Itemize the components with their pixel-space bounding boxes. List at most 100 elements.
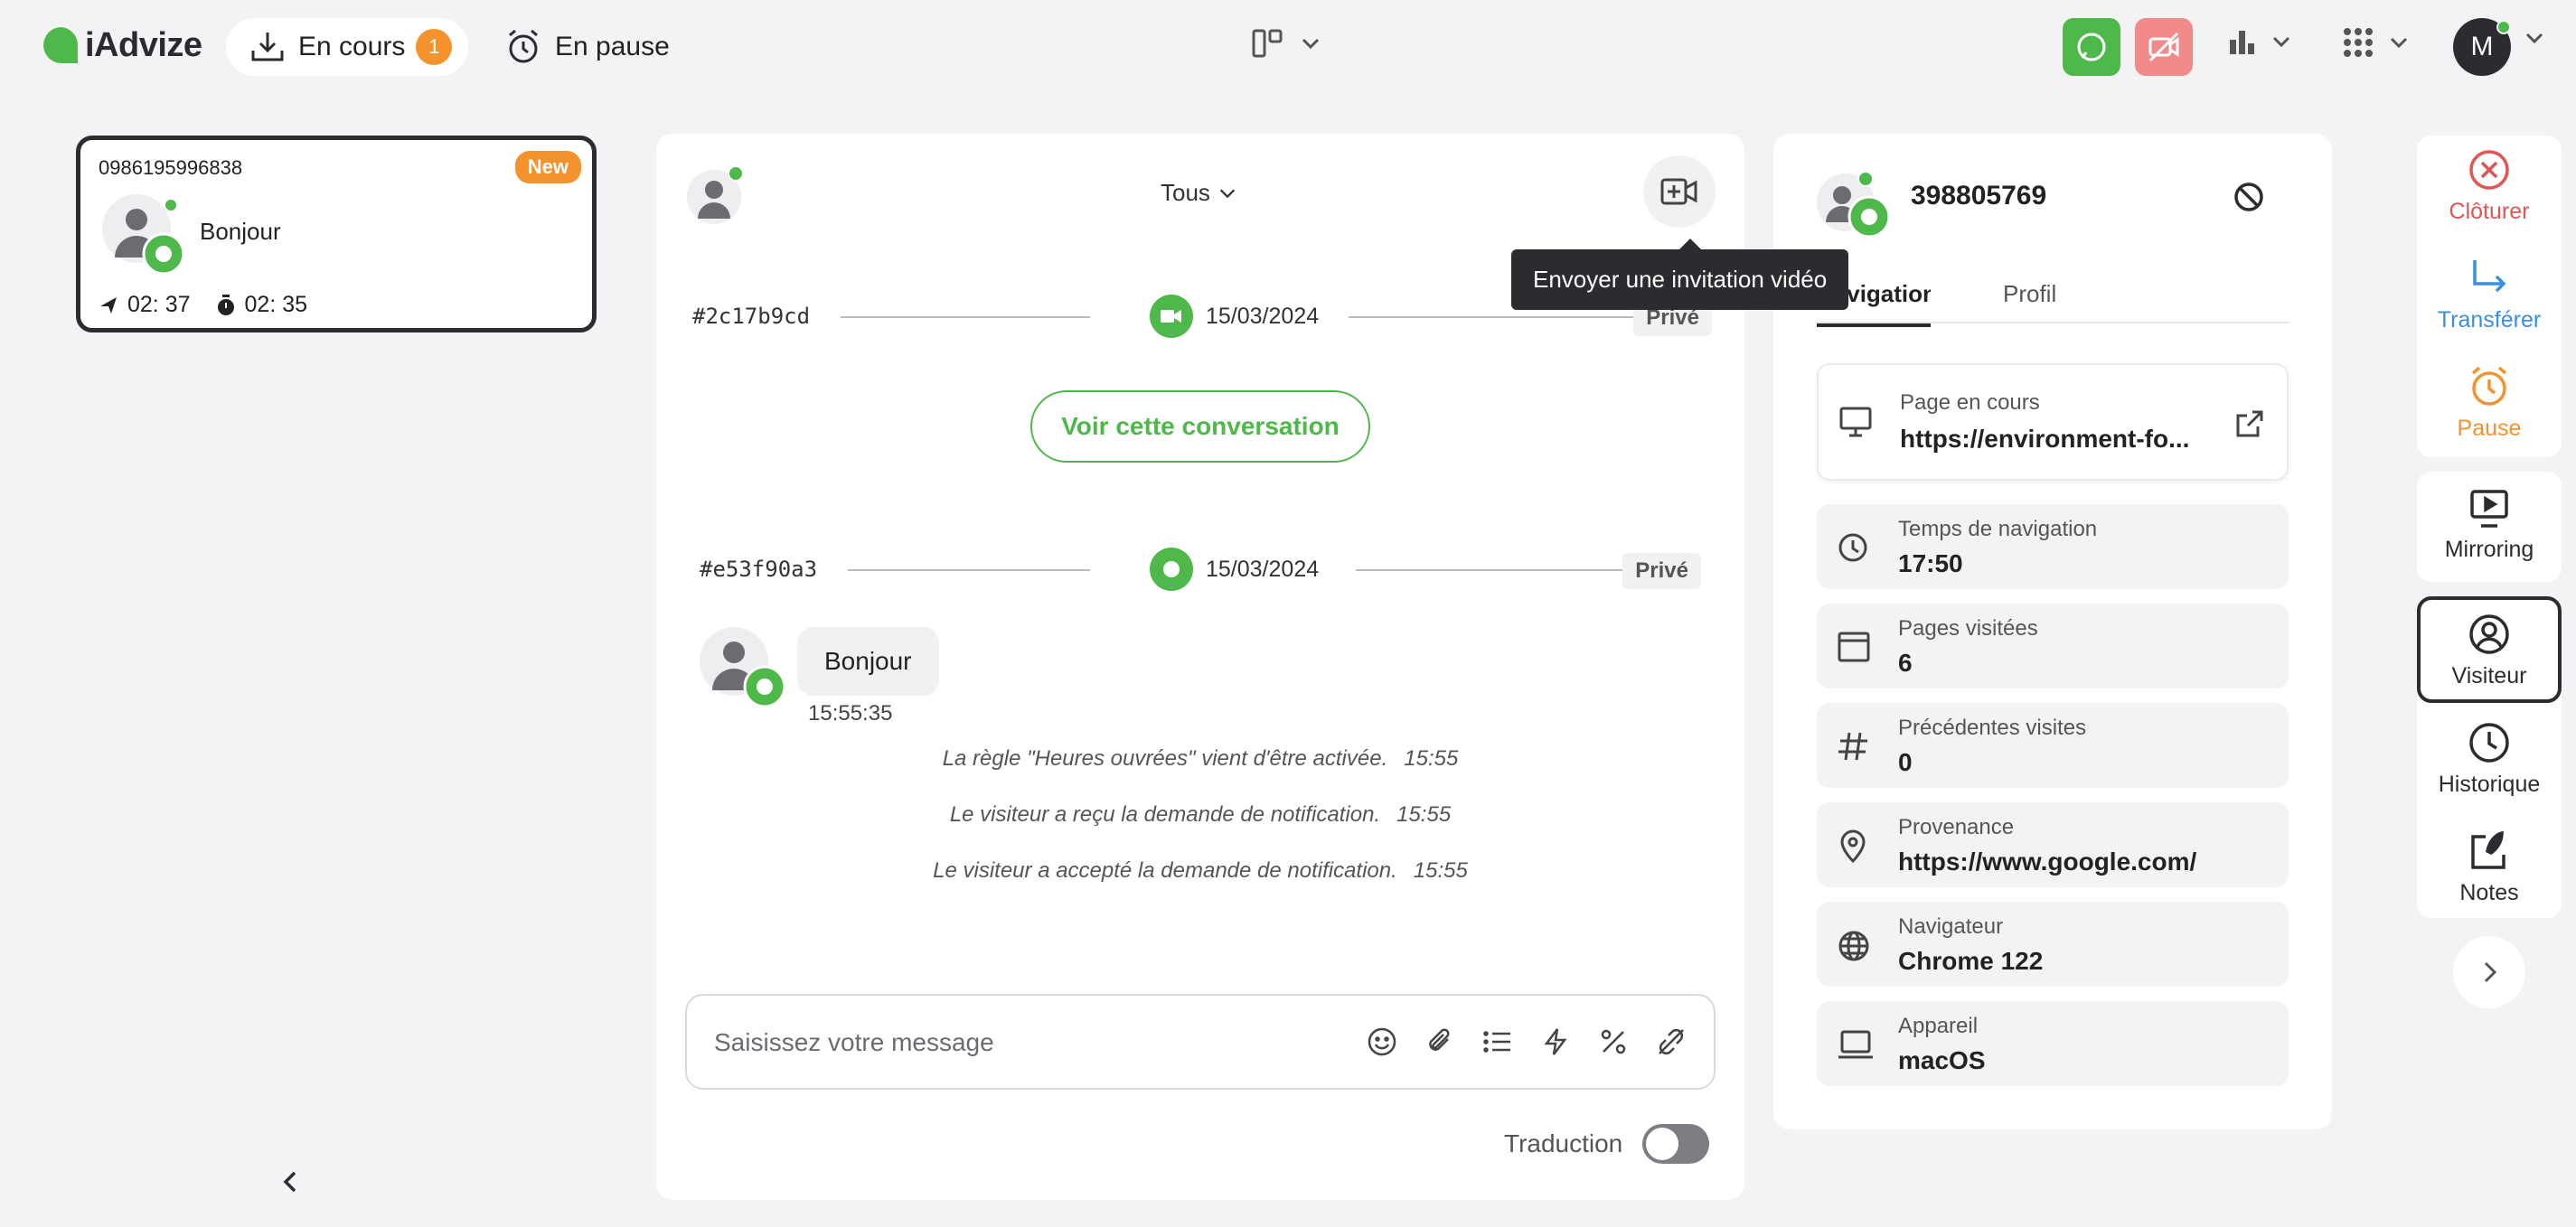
system-event-time: 15:55 xyxy=(1404,746,1459,771)
mirroring-button[interactable]: Mirroring xyxy=(2417,488,2562,563)
new-badge: New xyxy=(514,151,581,183)
clock-icon xyxy=(1838,533,1867,562)
transfer-label: Transférer xyxy=(2437,307,2542,333)
external-link-icon[interactable] xyxy=(2234,408,2265,439)
info-value: macOS xyxy=(1898,1046,1986,1074)
inbox-download-icon xyxy=(251,33,284,61)
chevron-down-icon xyxy=(2525,33,2543,44)
system-event: Le visiteur a reçu la demande de notific… xyxy=(656,802,1744,828)
tab-profil[interactable]: Profil xyxy=(2003,280,2056,308)
wait-time: 02: 35 xyxy=(244,292,308,317)
percent-icon[interactable] xyxy=(1598,1026,1629,1057)
alarm-clock-icon xyxy=(509,29,538,63)
system-event: Le visiteur a accepté la demande de noti… xyxy=(656,858,1744,884)
lightning-icon[interactable] xyxy=(1540,1026,1571,1057)
conversation-phone: 0986195996838 xyxy=(99,156,243,179)
visitor-actions-group: Visiteur Historique Notes xyxy=(2417,596,2562,918)
info-label: Temps de navigation xyxy=(1898,517,2098,541)
separator-line xyxy=(848,569,1090,571)
layout-switcher[interactable] xyxy=(1251,27,1321,60)
visitor-label: Visiteur xyxy=(2451,663,2527,688)
collapse-list-button[interactable] xyxy=(278,1169,304,1194)
tab-en-cours[interactable]: En cours 1 xyxy=(226,18,468,76)
info-value: 6 xyxy=(1898,649,1913,677)
tab-en-pause-label: En pause xyxy=(555,32,670,61)
conversation-id: #e53f90a3 xyxy=(700,557,818,582)
pause-label: Pause xyxy=(2457,416,2522,441)
toggle-knob xyxy=(1646,1128,1679,1160)
system-event-text: Le visiteur a accepté la demande de noti… xyxy=(933,858,1397,883)
apps-grid-icon xyxy=(2344,28,2373,57)
chat-bubble-icon xyxy=(1163,561,1180,577)
stats-dropdown[interactable] xyxy=(2227,27,2292,56)
message-composer xyxy=(685,994,1716,1090)
notes-button[interactable]: Notes xyxy=(2417,829,2562,906)
apps-dropdown[interactable] xyxy=(2343,27,2410,58)
bar-chart-icon xyxy=(2230,31,2254,54)
composer-toolbar xyxy=(1367,1026,1687,1057)
visitor-button[interactable]: Visiteur xyxy=(2417,596,2562,703)
unlink-icon[interactable] xyxy=(1656,1026,1687,1057)
view-conversation-button[interactable]: Voir cette conversation xyxy=(1030,390,1370,463)
user-initial: M xyxy=(2470,32,2494,61)
system-event-time: 15:55 xyxy=(1413,858,1468,883)
info-device: Appareil macOS xyxy=(1817,1001,2289,1086)
mirroring-group: Mirroring xyxy=(2417,472,2562,582)
chevron-left-icon xyxy=(283,1171,296,1193)
user-menu-dropdown[interactable] xyxy=(2524,27,2545,49)
visitor-avatar xyxy=(100,192,191,283)
info-label: Provenance xyxy=(1898,815,2015,839)
video-invitation-button[interactable] xyxy=(1643,155,1716,228)
chevron-right-icon xyxy=(2484,961,2497,983)
message-time: 15:55:35 xyxy=(808,701,893,726)
visitor-person-icon xyxy=(687,165,744,224)
chat-availability-button[interactable] xyxy=(2063,18,2120,76)
info-pages-visited: Pages visitées 6 xyxy=(1817,604,2289,688)
chat-bubble-icon xyxy=(2077,33,2106,61)
chat-panel: Tous Envoyer une invitation vidéo #2c17b… xyxy=(656,134,1849,1200)
conversation-filter-dropdown[interactable]: Tous xyxy=(1161,179,1237,207)
user-avatar[interactable]: M xyxy=(2453,18,2511,76)
info-label: Page en cours xyxy=(1900,390,2040,415)
paperclip-icon[interactable] xyxy=(1424,1026,1455,1057)
translation-toggle[interactable] xyxy=(1642,1124,1710,1164)
filter-label: Tous xyxy=(1161,179,1210,206)
online-status-dot xyxy=(2496,20,2511,34)
monitor-icon xyxy=(1839,407,1872,437)
layout-columns-icon xyxy=(1252,29,1283,58)
info-referrer: Provenance https://www.google.com/ xyxy=(1817,802,2289,887)
conversation-date: 15/03/2024 xyxy=(1206,303,1320,329)
video-availability-button[interactable] xyxy=(2135,18,2193,76)
send-arrow-icon xyxy=(100,296,117,314)
chevron-down-icon xyxy=(1219,189,1236,198)
pause-button[interactable]: Pause xyxy=(2417,365,2562,442)
note-edit-icon xyxy=(2471,830,2505,869)
info-label: Pages visitées xyxy=(1898,616,2038,641)
history-button[interactable]: Historique xyxy=(2417,721,2562,798)
chat-visitor-avatar xyxy=(685,164,748,228)
sent-time: 02: 37 xyxy=(127,292,191,317)
info-value: 17:50 xyxy=(1898,549,1963,577)
video-camera-icon xyxy=(1161,310,1181,323)
conversation-id: #2c17b9cd xyxy=(692,304,811,329)
emoji-icon[interactable] xyxy=(1367,1026,1397,1057)
user-circle-icon xyxy=(2469,614,2509,654)
block-visitor-button[interactable] xyxy=(2233,181,2265,213)
conversation-timers: 02: 37 02: 35 xyxy=(99,292,333,318)
transfer-button[interactable]: Transférer xyxy=(2417,257,2562,333)
info-current-page: Page en cours https://environment-fo... xyxy=(1817,363,2289,481)
separator-line xyxy=(1356,569,1627,571)
conversation-date: 15/03/2024 xyxy=(1206,556,1320,582)
message-input[interactable] xyxy=(714,1023,1293,1063)
visitor-person-icon xyxy=(102,194,185,276)
close-conversation-button[interactable]: Clôturer xyxy=(2417,148,2562,225)
tab-en-pause[interactable]: En pause xyxy=(504,18,670,76)
globe-icon xyxy=(1838,931,1869,961)
separator-line xyxy=(841,316,1090,318)
history-label: Historique xyxy=(2438,772,2541,797)
visitor-avatar xyxy=(1815,168,1896,249)
list-icon[interactable] xyxy=(1482,1026,1513,1057)
laptop-icon xyxy=(1838,1030,1873,1059)
expand-panel-button[interactable] xyxy=(2453,936,2525,1008)
conversation-card[interactable]: 0986195996838 New Bonjour 02: 37 02: 35 xyxy=(76,136,597,333)
